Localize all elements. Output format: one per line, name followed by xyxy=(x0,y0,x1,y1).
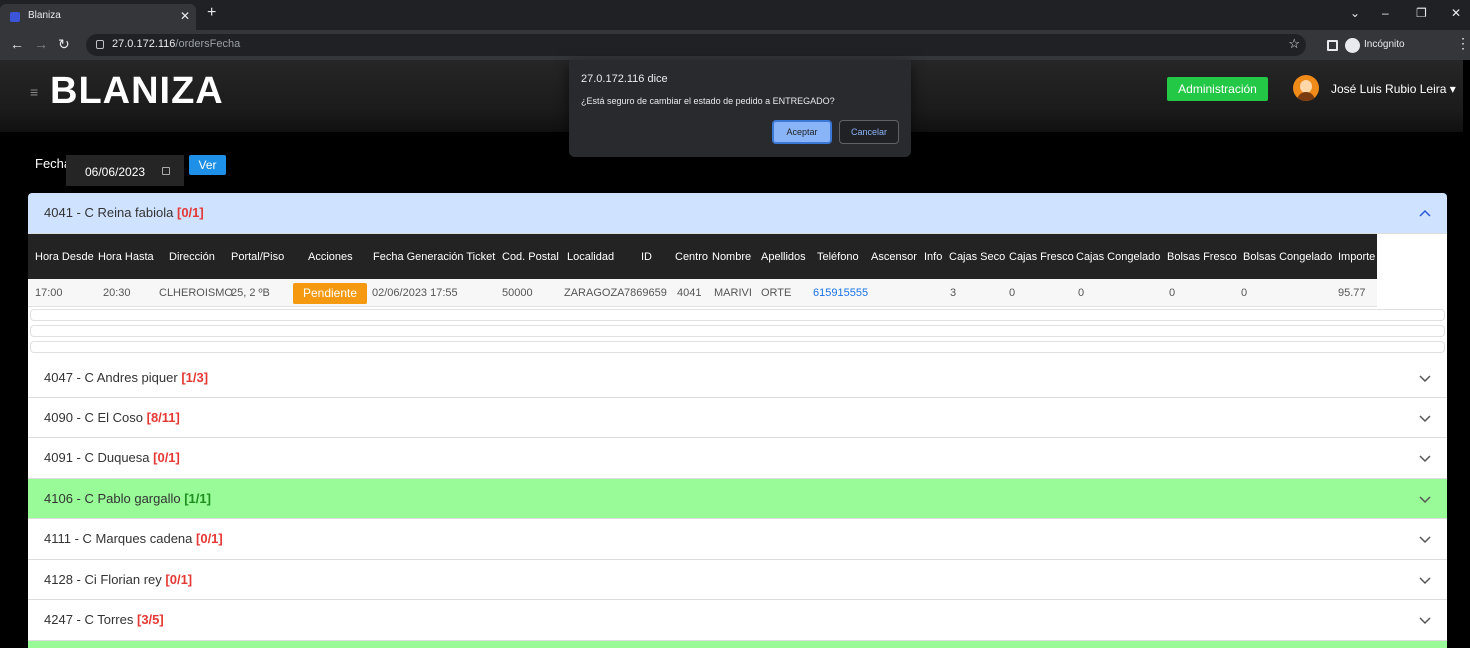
new-tab-icon[interactable]: + xyxy=(207,5,216,21)
url-input[interactable]: 27.0.172.116/ordersFecha ☆ xyxy=(86,34,1306,56)
group-header[interactable]: 4047 - C Andres piquer [1/3] xyxy=(28,358,1447,398)
chevron-down-icon[interactable] xyxy=(1417,612,1433,628)
group-header[interactable]: 4128 - Ci Florian rey [0/1] xyxy=(28,560,1447,600)
dialog-title: 27.0.172.116 dice xyxy=(581,73,668,85)
browser-tab[interactable]: Blaniza ✕ xyxy=(0,4,196,30)
table-header: Hora Desde Hora Hasta Dirección Portal/P… xyxy=(28,234,1377,279)
chevron-down-icon[interactable] xyxy=(1417,410,1433,426)
list-item xyxy=(30,309,1445,321)
table-row: 17:00 20:30 CLHEROISMO 25, 2 ºB Pendient… xyxy=(28,279,1377,307)
calendar-icon[interactable] xyxy=(162,167,170,175)
user-menu[interactable]: José Luis Rubio Leira ▾ xyxy=(1331,82,1456,96)
url-text: 27.0.172.116/ordersFecha xyxy=(112,38,241,50)
browser-menu-icon[interactable]: ⋮ xyxy=(1456,35,1470,52)
window-close-icon[interactable]: ✕ xyxy=(1451,6,1461,20)
cancel-button[interactable]: Cancelar xyxy=(839,120,899,144)
side-panel-icon[interactable] xyxy=(1327,40,1338,51)
view-button[interactable]: Ver xyxy=(189,155,226,175)
favicon-icon xyxy=(10,12,20,22)
chevron-down-icon[interactable] xyxy=(1417,491,1433,507)
group-header[interactable]: 4090 - C El Coso [8/11] xyxy=(28,398,1447,438)
incognito-icon xyxy=(1345,38,1360,53)
browser-tab-bar: Blaniza ✕ + ⌄ – ❐ ✕ xyxy=(0,0,1470,30)
list-item xyxy=(30,341,1445,353)
group-header[interactable]: 4247 - C Torres [3/5] xyxy=(28,600,1447,641)
address-bar: ← → ↻ 27.0.172.116/ordersFecha ☆ Incógni… xyxy=(0,30,1470,60)
reload-icon[interactable]: ↻ xyxy=(58,37,70,51)
incognito-label: Incógnito xyxy=(1364,39,1405,50)
brand-logo: BLANIZA xyxy=(50,70,224,112)
tab-title: Blaniza xyxy=(28,10,61,21)
chevron-down-icon[interactable] xyxy=(1417,572,1433,588)
restore-icon[interactable]: ❐ xyxy=(1416,6,1427,20)
pending-status-button[interactable]: Pendiente xyxy=(293,283,367,304)
avatar[interactable] xyxy=(1293,75,1319,101)
group-header[interactable]: 4041 - C Reina fabiola [0/1] xyxy=(28,193,1447,234)
bookmark-star-icon[interactable]: ☆ xyxy=(1288,36,1300,52)
confirm-dialog: 27.0.172.116 dice ¿Está seguro de cambia… xyxy=(569,60,911,157)
group-header[interactable]: 4106 - C Pablo gargallo [1/1] xyxy=(28,479,1447,519)
chevron-down-icon[interactable] xyxy=(1417,450,1433,466)
chevron-down-icon[interactable] xyxy=(1417,531,1433,547)
chevron-down-icon[interactable] xyxy=(1417,370,1433,386)
orders-table: Hora Desde Hora Hasta Dirección Portal/P… xyxy=(28,234,1447,358)
caret-down-icon: ▾ xyxy=(1449,82,1456,96)
lock-icon xyxy=(96,40,104,49)
group-header[interactable]: 4091 - C Duquesa [0/1] xyxy=(28,438,1447,479)
phone-link[interactable]: 615915555 xyxy=(813,287,868,299)
list-item xyxy=(30,325,1445,337)
close-tab-icon[interactable]: ✕ xyxy=(180,9,190,23)
menu-icon[interactable]: ≡ xyxy=(30,84,38,100)
group-header[interactable]: 4111 - C Marques cadena [0/1] xyxy=(28,519,1447,560)
administration-button[interactable]: Administración xyxy=(1167,77,1268,101)
date-input[interactable]: 06/06/2023 xyxy=(66,155,184,186)
chevron-up-icon[interactable] xyxy=(1417,205,1433,221)
back-icon[interactable]: ← xyxy=(10,37,24,51)
forward-icon[interactable]: → xyxy=(34,37,48,51)
dialog-message: ¿Está seguro de cambiar el estado de ped… xyxy=(581,96,835,106)
tab-search-icon[interactable]: ⌄ xyxy=(1350,6,1360,20)
accept-button[interactable]: Aceptar xyxy=(772,120,832,144)
group-header[interactable] xyxy=(28,641,1447,648)
minimize-icon[interactable]: – xyxy=(1382,6,1389,20)
